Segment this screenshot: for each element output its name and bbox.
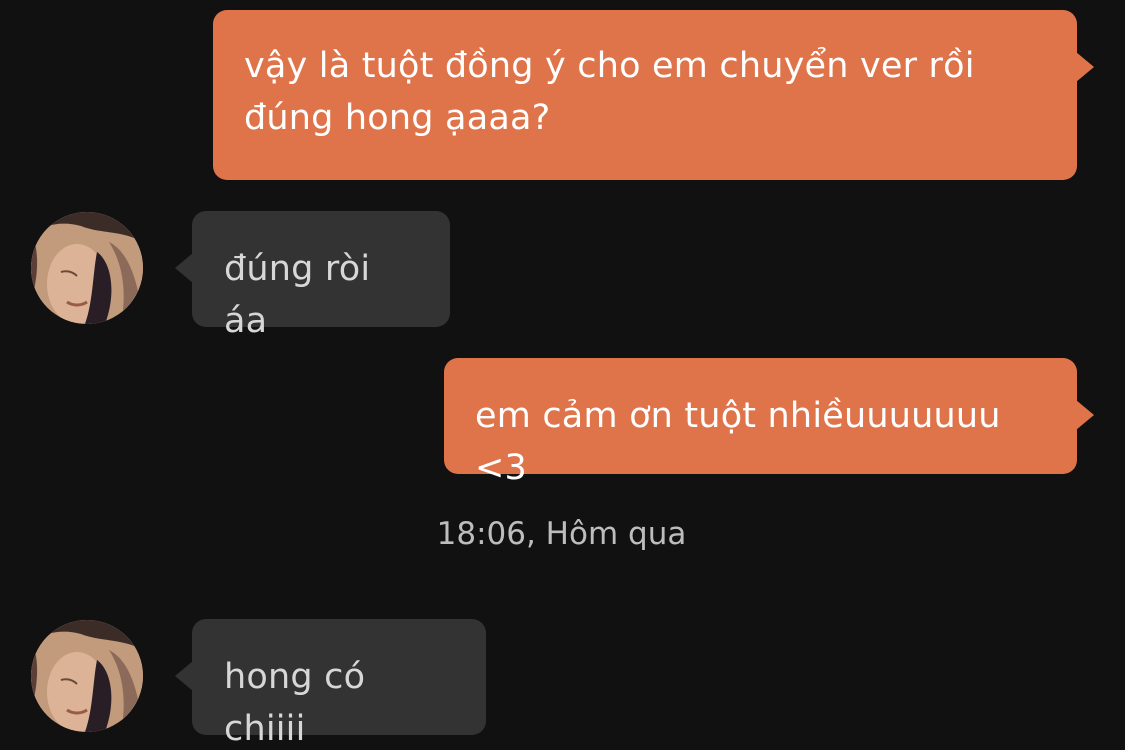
message-text: em cảm ơn tuột nhiềuuuuuuu <3 [475,396,1001,488]
contact-avatar-icon[interactable] [31,212,143,324]
message-timestamp: 18:06, Hôm qua [436,516,687,550]
bubble-tail [175,661,193,691]
message-text: đúng ròi áa [224,249,371,341]
bubble-tail [175,253,193,283]
outgoing-message-bubble[interactable]: em cảm ơn tuột nhiềuuuuuuu <3 [444,358,1094,488]
chat-screen: vậy là tuột đồng ý cho em chuyển ver rồi… [0,0,1125,750]
incoming-message-bubble[interactable]: hong có chiiii [175,619,486,749]
bubble-tail [1076,52,1094,82]
contact-avatar-icon[interactable] [31,620,143,732]
incoming-message-bubble[interactable]: đúng ròi áa [175,211,450,341]
message-text: hong có chiiii [224,657,366,749]
message-text: vậy là tuột đồng ý cho em chuyển ver rồi… [244,46,975,138]
outgoing-message-bubble[interactable]: vậy là tuột đồng ý cho em chuyển ver rồi… [213,10,1094,180]
bubble-tail [1076,400,1094,430]
